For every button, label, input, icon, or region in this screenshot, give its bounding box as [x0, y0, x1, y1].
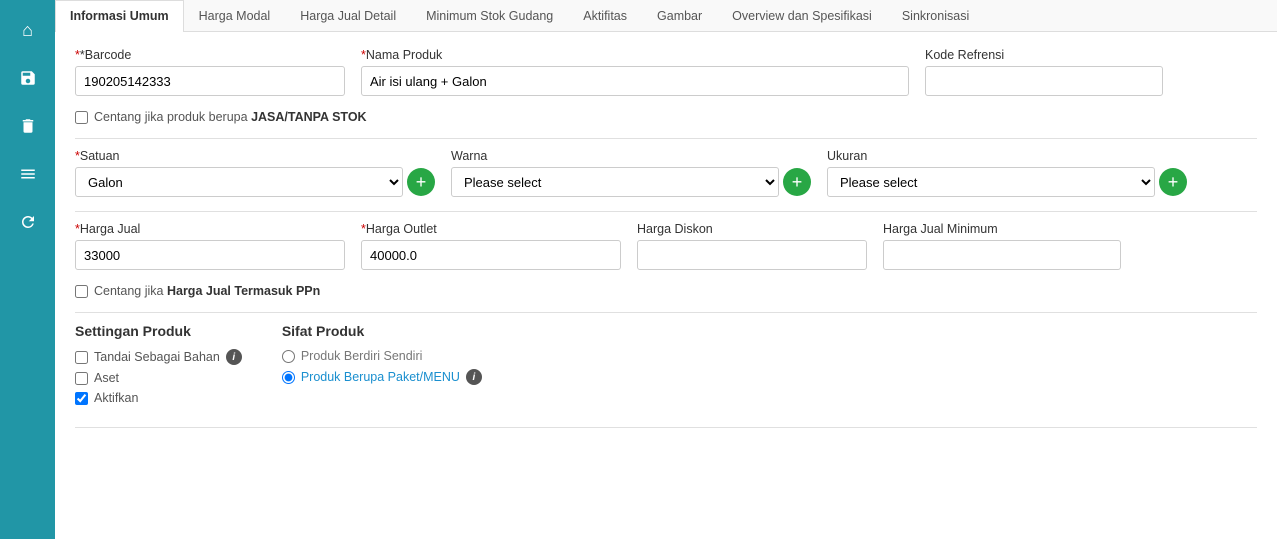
group-harga-outlet: *Harga Outlet: [361, 222, 621, 270]
checkbox-tandai-bahan[interactable]: [75, 351, 88, 364]
row-satuan-warna-ukuran: *Satuan Galon Pcs Liter Kg + Warna Pleas…: [75, 149, 1257, 197]
tab-harga-jual-detail[interactable]: Harga Jual Detail: [285, 0, 411, 31]
harga-jual-label: *Harga Jual: [75, 222, 345, 236]
kode-referensi-label: Kode Refrensi: [925, 48, 1163, 62]
radio-berdiri-sendiri[interactable]: [282, 350, 295, 363]
warna-select[interactable]: Please select: [451, 167, 779, 197]
warna-label: Warna: [451, 149, 811, 163]
tab-informasi-umum[interactable]: Informasi Umum: [55, 0, 184, 32]
divider-bottom: [75, 427, 1257, 428]
settingan-produk-title: Settingan Produk: [75, 323, 242, 339]
row-checkbox-ppn: Centang jika Harga Jual Termasuk PPn: [75, 284, 1257, 298]
harga-outlet-label: *Harga Outlet: [361, 222, 621, 236]
row-basic-info: **Barcode *Nama Produk Kode Refrensi: [75, 48, 1257, 96]
harga-jual-input[interactable]: [75, 240, 345, 270]
group-nama-produk: *Nama Produk: [361, 48, 909, 96]
satuan-label: *Satuan: [75, 149, 435, 163]
settings-section: Settingan Produk Tandai Sebagai Bahan i …: [75, 323, 1257, 411]
paket-menu-info-icon[interactable]: i: [466, 369, 482, 385]
settingan-produk-block: Settingan Produk Tandai Sebagai Bahan i …: [75, 323, 242, 411]
harga-outlet-input[interactable]: [361, 240, 621, 270]
nama-produk-label: *Nama Produk: [361, 48, 909, 62]
satuan-select[interactable]: Galon Pcs Liter Kg: [75, 167, 403, 197]
group-kode-referensi: Kode Refrensi: [925, 48, 1163, 96]
group-barcode: **Barcode: [75, 48, 345, 96]
tab-harga-modal[interactable]: Harga Modal: [184, 0, 286, 31]
ukuran-label: Ukuran: [827, 149, 1187, 163]
radio-produk-paket-menu: Produk Berupa Paket/MENU i: [282, 369, 482, 385]
harga-jual-minimum-label: Harga Jual Minimum: [883, 222, 1121, 236]
checkbox-aktifkan[interactable]: [75, 392, 88, 405]
tab-gambar[interactable]: Gambar: [642, 0, 717, 31]
checkbox-jasa[interactable]: [75, 111, 88, 124]
group-ukuran: Ukuran Please select +: [827, 149, 1187, 197]
warna-add-button[interactable]: +: [783, 168, 811, 196]
tab-aktifitas[interactable]: Aktifitas: [568, 0, 642, 31]
tandai-bahan-info-icon[interactable]: i: [226, 349, 242, 365]
sifat-produk-title: Sifat Produk: [282, 323, 482, 339]
checkbox-ppn-label: Centang jika Harga Jual Termasuk PPn: [94, 284, 320, 298]
tab-minimum-stok-gudang[interactable]: Minimum Stok Gudang: [411, 0, 568, 31]
paket-menu-label: Produk Berupa Paket/MENU: [301, 370, 460, 384]
group-harga-jual: *Harga Jual: [75, 222, 345, 270]
row-harga: *Harga Jual *Harga Outlet Harga Diskon H…: [75, 222, 1257, 270]
kode-referensi-input[interactable]: [925, 66, 1163, 96]
home-icon[interactable]: ⌂: [8, 10, 48, 50]
trash-icon[interactable]: [8, 106, 48, 146]
sidebar: ⌂: [0, 0, 55, 539]
barcode-input[interactable]: [75, 66, 345, 96]
barcode-label: **Barcode: [75, 48, 345, 62]
satuan-select-container: Galon Pcs Liter Kg +: [75, 167, 435, 197]
aset-label: Aset: [94, 371, 119, 385]
ukuran-add-button[interactable]: +: [1159, 168, 1187, 196]
divider-1: [75, 138, 1257, 139]
check-aktifkan: Aktifkan: [75, 391, 242, 405]
nama-produk-input[interactable]: [361, 66, 909, 96]
list-icon[interactable]: [8, 154, 48, 194]
checkbox-aset[interactable]: [75, 372, 88, 385]
group-warna: Warna Please select +: [451, 149, 811, 197]
divider-2: [75, 211, 1257, 212]
harga-diskon-input[interactable]: [637, 240, 867, 270]
sifat-produk-block: Sifat Produk Produk Berdiri Sendiri Prod…: [282, 323, 482, 411]
satuan-add-button[interactable]: +: [407, 168, 435, 196]
berdiri-sendiri-label: Produk Berdiri Sendiri: [301, 349, 423, 363]
group-harga-jual-minimum: Harga Jual Minimum: [883, 222, 1121, 270]
divider-3: [75, 312, 1257, 313]
radio-paket-menu[interactable]: [282, 371, 295, 384]
harga-diskon-label: Harga Diskon: [637, 222, 867, 236]
tab-sinkronisasi[interactable]: Sinkronisasi: [887, 0, 984, 31]
ukuran-select[interactable]: Please select: [827, 167, 1155, 197]
harga-jual-minimum-input[interactable]: [883, 240, 1121, 270]
form-content: **Barcode *Nama Produk Kode Refrensi Cen…: [55, 32, 1277, 539]
ukuran-select-container: Please select +: [827, 167, 1187, 197]
main-content: Informasi Umum Harga Modal Harga Jual De…: [55, 0, 1277, 539]
group-satuan: *Satuan Galon Pcs Liter Kg +: [75, 149, 435, 197]
group-harga-diskon: Harga Diskon: [637, 222, 867, 270]
tandai-bahan-label: Tandai Sebagai Bahan: [94, 350, 220, 364]
check-aset: Aset: [75, 371, 242, 385]
checkbox-jasa-label: Centang jika produk berupa JASA/TANPA ST…: [94, 110, 367, 124]
row-checkbox-jasa: Centang jika produk berupa JASA/TANPA ST…: [75, 110, 1257, 124]
tab-bar: Informasi Umum Harga Modal Harga Jual De…: [55, 0, 1277, 32]
check-tandai-bahan: Tandai Sebagai Bahan i: [75, 349, 242, 365]
warna-select-container: Please select +: [451, 167, 811, 197]
refresh-icon[interactable]: [8, 202, 48, 242]
radio-produk-berdiri-sendiri: Produk Berdiri Sendiri: [282, 349, 482, 363]
save-icon[interactable]: [8, 58, 48, 98]
checkbox-ppn[interactable]: [75, 285, 88, 298]
aktifkan-label: Aktifkan: [94, 391, 138, 405]
tab-overview-spesifikasi[interactable]: Overview dan Spesifikasi: [717, 0, 887, 31]
